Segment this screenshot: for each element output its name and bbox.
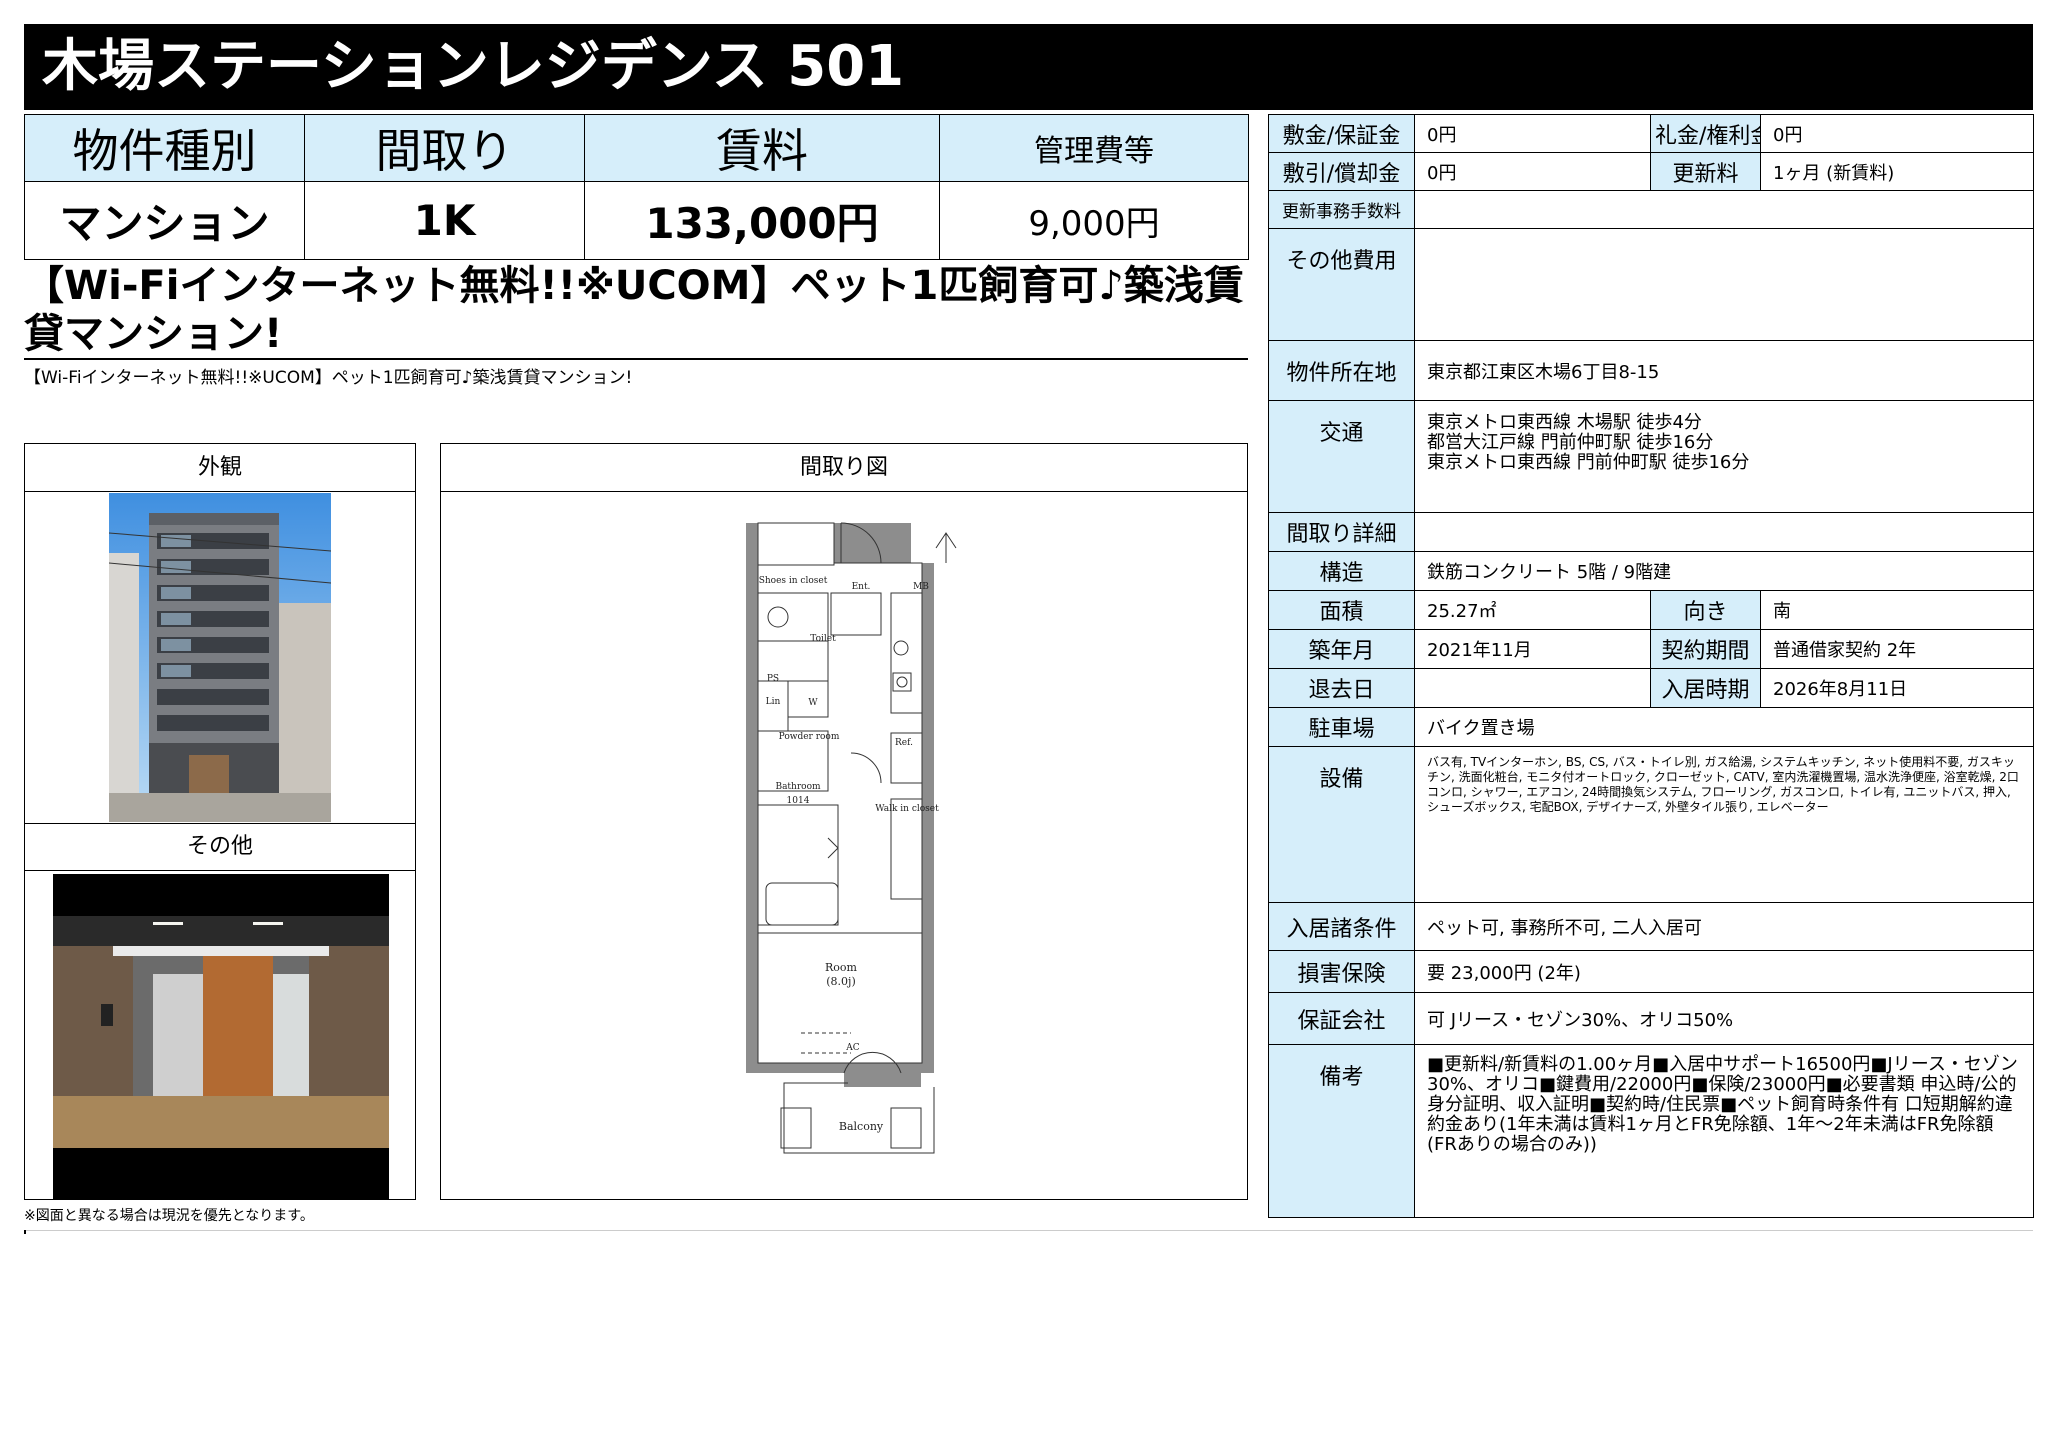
area-label: 面積: [1268, 590, 1415, 630]
exterior-label: 外観: [25, 444, 415, 492]
fp-shoes: Shoes in closet: [759, 576, 828, 586]
catch-divider: [24, 358, 1248, 360]
exterior-photo: [109, 493, 331, 822]
move-out-value: [1414, 668, 1651, 708]
fp-ref: Ref.: [895, 738, 913, 748]
catch-copy: 【Wi-Fiインターネット無料!!※UCOM】ペット1匹飼育可♪築浅賃貸マンショ…: [24, 263, 1244, 357]
fp-ac: AC: [845, 1043, 859, 1053]
contract-label: 契約期間: [1650, 629, 1761, 669]
property-title: 木場ステーションレジデンス 501: [24, 24, 2033, 110]
fp-ps: PS: [767, 674, 779, 684]
fee-header: 管理費等: [939, 114, 1249, 182]
key-money-value: 0円: [1760, 114, 2034, 153]
amortization-label: 敷引/償却金: [1268, 152, 1415, 191]
fp-room-size: (8.0j): [826, 975, 856, 988]
fee-value: 9,000円: [939, 181, 1249, 260]
conditions-label: 入居諸条件: [1268, 902, 1415, 951]
corner-tick: [24, 1230, 26, 1234]
guarantor-label: 保証会社: [1268, 992, 1415, 1045]
address-value: 東京都江東区木場6丁目8-15: [1414, 340, 2034, 401]
access-line: 都営大江戸線 門前仲町駅 徒歩16分: [1427, 432, 1714, 453]
access-value: 東京メトロ東西線 木場駅 徒歩4分 都営大江戸線 門前仲町駅 徒歩16分 東京メ…: [1414, 400, 2034, 513]
rent-header: 賃料: [584, 114, 940, 182]
remarks-value: ■更新料/新賃料の1.00ヶ月■入居中サポート16500円■Jリース・セゾン30…: [1414, 1044, 2034, 1218]
fp-bath: Bathroom: [775, 782, 821, 792]
fp-ent: Ent.: [852, 582, 871, 592]
move-in-value: 2026年8月11日: [1760, 668, 2034, 708]
contract-value: 普通借家契約 2年: [1760, 629, 2034, 669]
entrance-photo: [53, 874, 389, 1199]
equipment-value: バス有, TVインターホン, BS, CS, バス・トイレ別, ガス給湯, シス…: [1414, 746, 2034, 903]
fp-bath-size: 1014: [787, 796, 810, 806]
direction-value: 南: [1760, 590, 2034, 630]
access-line: 東京メトロ東西線 門前仲町駅 徒歩16分: [1427, 452, 1750, 473]
move-in-label: 入居時期: [1650, 668, 1761, 708]
layout-value: 1K: [304, 181, 585, 260]
fp-w: W: [808, 698, 818, 708]
parking-value: バイク置き場: [1414, 707, 2034, 747]
parking-label: 駐車場: [1268, 707, 1415, 747]
fp-powder: Powder room: [779, 732, 840, 742]
fp-room: Room: [825, 961, 858, 974]
rent-value: 133,000円: [584, 181, 940, 260]
insurance-label: 損害保険: [1268, 950, 1415, 993]
conditions-value: ペット可, 事務所不可, 二人入居可: [1414, 902, 2034, 951]
disclaimer-note: ※図面と異なる場合は現況を優先となります。: [24, 1208, 314, 1224]
built-label: 築年月: [1268, 629, 1415, 669]
amortization-value: 0円: [1414, 152, 1651, 191]
built-value: 2021年11月: [1414, 629, 1651, 669]
direction-label: 向き: [1650, 590, 1761, 630]
floorplan-panel: 間取り図 Shoes in closet Ent. MB Toilet PS L…: [440, 443, 1248, 1200]
layout-detail-value: [1414, 512, 2034, 552]
structure-value: 鉄筋コンクリート 5階 / 9階建: [1414, 551, 2034, 591]
other-label: その他: [25, 823, 415, 871]
move-out-label: 退去日: [1268, 668, 1415, 708]
renewal-label: 更新料: [1650, 152, 1761, 191]
other-cost-value: [1414, 228, 2034, 341]
guarantor-value: 可 Jリース・セゾン30%、オリコ50%: [1414, 992, 2034, 1045]
access-line: 東京メトロ東西線 木場駅 徒歩4分: [1427, 412, 1702, 433]
renewal-value: 1ヶ月 (新賃料): [1760, 152, 2034, 191]
other-cost-label: その他費用: [1268, 228, 1415, 341]
renewal-fee-value: [1414, 190, 2034, 229]
remarks-label: 備考: [1268, 1044, 1415, 1218]
fp-walk: Walk in closet: [875, 804, 939, 814]
key-money-label: 礼金/権利金: [1650, 114, 1761, 153]
equipment-label: 設備: [1268, 746, 1415, 903]
details-table: 敷金/保証金 0円 礼金/権利金 0円 敷引/償却金 0円 更新料 1ヶ月 (新…: [1268, 114, 2034, 1218]
photo-panel: 外観 その他: [24, 443, 416, 1200]
fp-balcony: Balcony: [839, 1120, 884, 1133]
access-label: 交通: [1268, 400, 1415, 513]
type-header: 物件種別: [24, 114, 305, 182]
address-label: 物件所在地: [1268, 340, 1415, 401]
type-value: マンション: [24, 181, 305, 260]
layout-detail-label: 間取り詳細: [1268, 512, 1415, 552]
deposit-value: 0円: [1414, 114, 1651, 153]
bottom-divider: [24, 1230, 2033, 1231]
fp-mb: MB: [913, 582, 929, 592]
floorplan-label: 間取り図: [441, 444, 1247, 492]
fp-lin: Lin: [766, 697, 781, 707]
insurance-value: 要 23,000円 (2年): [1414, 950, 2034, 993]
fp-toilet: Toilet: [810, 634, 836, 644]
summary-table: 物件種別 間取り 賃料 管理費等 マンション 1K 133,000円 9,000…: [24, 114, 1249, 260]
sub-copy: 【Wi-Fiインターネット無料!!※UCOM】ペット1匹飼育可♪築浅賃貸マンショ…: [24, 368, 633, 388]
structure-label: 構造: [1268, 551, 1415, 591]
deposit-label: 敷金/保証金: [1268, 114, 1415, 153]
renewal-fee-label: 更新事務手数料: [1268, 190, 1415, 229]
layout-header: 間取り: [304, 114, 585, 182]
area-value: 25.27㎡: [1414, 590, 1651, 630]
floorplan-drawing: Shoes in closet Ent. MB Toilet PS Lin W …: [746, 522, 957, 1154]
